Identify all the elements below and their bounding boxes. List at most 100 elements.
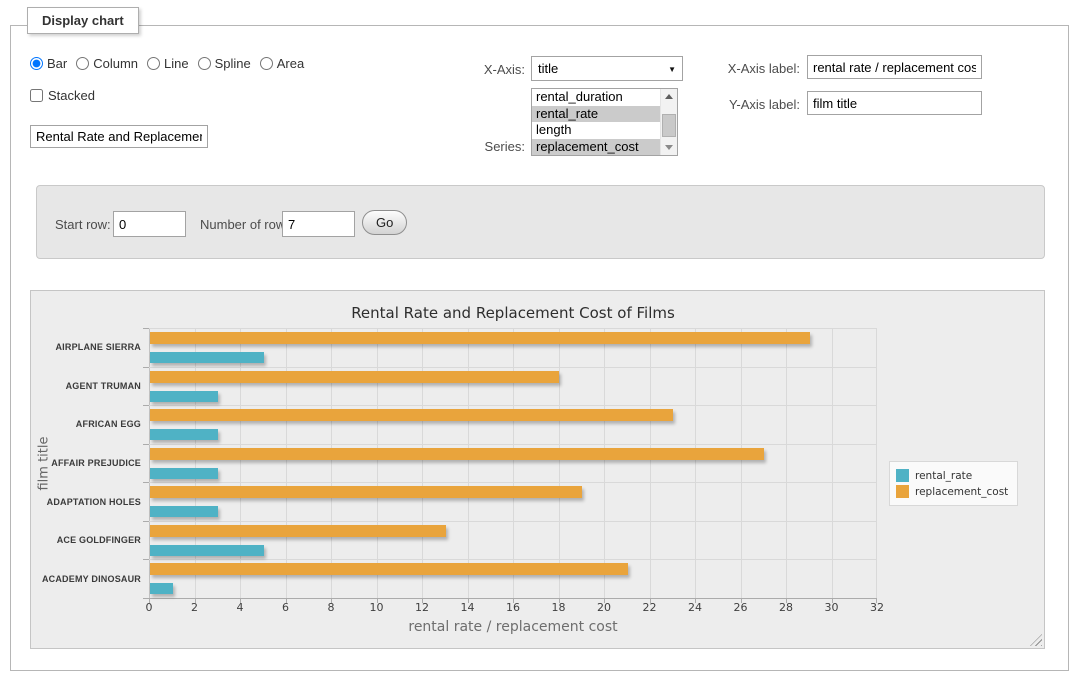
series-option-replacement_cost[interactable]: replacement_cost (532, 139, 660, 156)
num-rows-input[interactable] (282, 211, 355, 237)
rows-panel: Start row: Number of rows: Go (36, 185, 1045, 259)
gridline-h (149, 444, 877, 445)
gridline-v (559, 328, 560, 598)
bar-rental_rate (150, 391, 218, 402)
x-tick-label: 30 (825, 601, 839, 614)
x-tick-label: 12 (415, 601, 429, 614)
y-tick-mark (143, 328, 149, 329)
y-category-label: AFRICAN EGG (41, 405, 141, 444)
y-tick-mark (143, 405, 149, 406)
chart-type-label: Bar (47, 56, 67, 71)
chart-type-label: Column (93, 56, 138, 71)
y-category-label: ACE GOLDFINGER (41, 521, 141, 560)
gridline-v (286, 328, 287, 598)
x-axis-title: rental rate / replacement cost (149, 619, 877, 635)
chart-type-option-column[interactable]: Column (76, 56, 138, 71)
chart-type-option-area[interactable]: Area (260, 56, 304, 71)
y-category-label: ADAPTATION HOLES (41, 482, 141, 521)
start-row-label: Start row: (55, 217, 111, 232)
x-tick-label: 28 (779, 601, 793, 614)
gridline-h (149, 328, 877, 329)
fieldset-legend: Display chart (27, 7, 139, 34)
series-option-rental_duration[interactable]: rental_duration (532, 89, 660, 106)
x-tick-label: 8 (328, 601, 335, 614)
y-category-label: AIRPLANE SIERRA (41, 328, 141, 367)
go-button[interactable]: Go (362, 210, 407, 235)
series-select-label: Series: (451, 139, 525, 154)
gridline-v (331, 328, 332, 598)
y-tick-mark (143, 598, 149, 599)
chart-type-option-bar[interactable]: Bar (30, 56, 67, 71)
bar-replacement_cost (150, 486, 582, 498)
x-tick-label: 10 (370, 601, 384, 614)
chart-type-label: Area (277, 56, 304, 71)
x-tick-label: 26 (734, 601, 748, 614)
y-axis-label-label: Y-Axis label: (666, 97, 800, 112)
x-axis-label-label: X-Axis label: (666, 61, 800, 76)
stacked-label: Stacked (48, 88, 95, 103)
bar-replacement_cost (150, 563, 628, 575)
x-axis-select-label: X-Axis: (391, 62, 525, 77)
legend-item-rental_rate[interactable]: rental_rate (896, 469, 1008, 482)
gridline-v (832, 328, 833, 598)
y-category-label: AFFAIR PREJUDICE (41, 444, 141, 483)
series-listbox[interactable]: rental_durationrental_ratelengthreplacem… (531, 88, 678, 156)
bar-replacement_cost (150, 409, 673, 421)
chart-type-group: Bar Column Line Spline Area (30, 56, 304, 71)
y-axis-labels: AIRPLANE SIERRAAGENT TRUMANAFRICAN EGGAF… (41, 328, 141, 598)
y-axis-label-input[interactable] (807, 91, 982, 115)
x-tick-labels: 02468101214161820222426283032 (149, 601, 877, 615)
bar-rental_rate (150, 545, 264, 556)
x-tick-label: 6 (282, 601, 289, 614)
y-tick-mark (143, 521, 149, 522)
chart-type-radio-area[interactable] (260, 57, 273, 70)
gridline-v (195, 328, 196, 598)
x-tick-label: 4 (237, 601, 244, 614)
legend-swatch-icon (896, 485, 909, 498)
stacked-checkbox-row[interactable]: Stacked (30, 88, 95, 103)
y-category-label: ACADEMY DINOSAUR (41, 559, 141, 598)
series-option-length[interactable]: length (532, 122, 660, 139)
gridline-v (149, 328, 150, 598)
legend-item-replacement_cost[interactable]: replacement_cost (896, 485, 1008, 498)
legend-label: replacement_cost (915, 486, 1008, 498)
chart-title-input[interactable] (30, 125, 208, 148)
series-option-rental_rate[interactable]: rental_rate (532, 106, 660, 123)
stacked-checkbox[interactable] (30, 89, 43, 102)
gridline-h (149, 521, 877, 522)
chart-type-label: Line (164, 56, 189, 71)
bar-replacement_cost (150, 332, 810, 344)
x-tick-label: 16 (506, 601, 520, 614)
resize-handle-icon[interactable] (1030, 634, 1042, 646)
gridline-v (876, 328, 877, 598)
bar-rental_rate (150, 506, 218, 517)
gridline-v (377, 328, 378, 598)
display-chart-fieldset: Display chart BarColumnLineSplineArea St… (10, 25, 1069, 671)
chart-type-radio-column[interactable] (76, 57, 89, 70)
y-tick-mark (143, 559, 149, 560)
scroll-down-icon[interactable] (665, 145, 673, 150)
gridline-v (240, 328, 241, 598)
x-axis-selected-value: title (538, 61, 558, 76)
gridline-h (149, 598, 877, 599)
bar-rental_rate (150, 468, 218, 479)
bar-rental_rate (150, 429, 218, 440)
x-axis-label-input[interactable] (807, 55, 982, 79)
x-tick-label: 14 (461, 601, 475, 614)
gridline-v (604, 328, 605, 598)
chart-type-radio-spline[interactable] (198, 57, 211, 70)
gridline-v (786, 328, 787, 598)
gridline-h (149, 559, 877, 560)
chart-type-option-spline[interactable]: Spline (198, 56, 251, 71)
chart-type-radio-bar[interactable] (30, 57, 43, 70)
chart-type-option-line[interactable]: Line (147, 56, 189, 71)
x-axis-select[interactable]: title ▼ (531, 56, 683, 81)
gridline-h (149, 367, 877, 368)
legend-swatch-icon (896, 469, 909, 482)
scrollbar-thumb[interactable] (662, 114, 676, 137)
chart-type-radio-line[interactable] (147, 57, 160, 70)
bar-rental_rate (150, 583, 173, 594)
start-row-input[interactable] (113, 211, 186, 237)
bar-replacement_cost (150, 371, 559, 383)
y-tick-mark (143, 444, 149, 445)
